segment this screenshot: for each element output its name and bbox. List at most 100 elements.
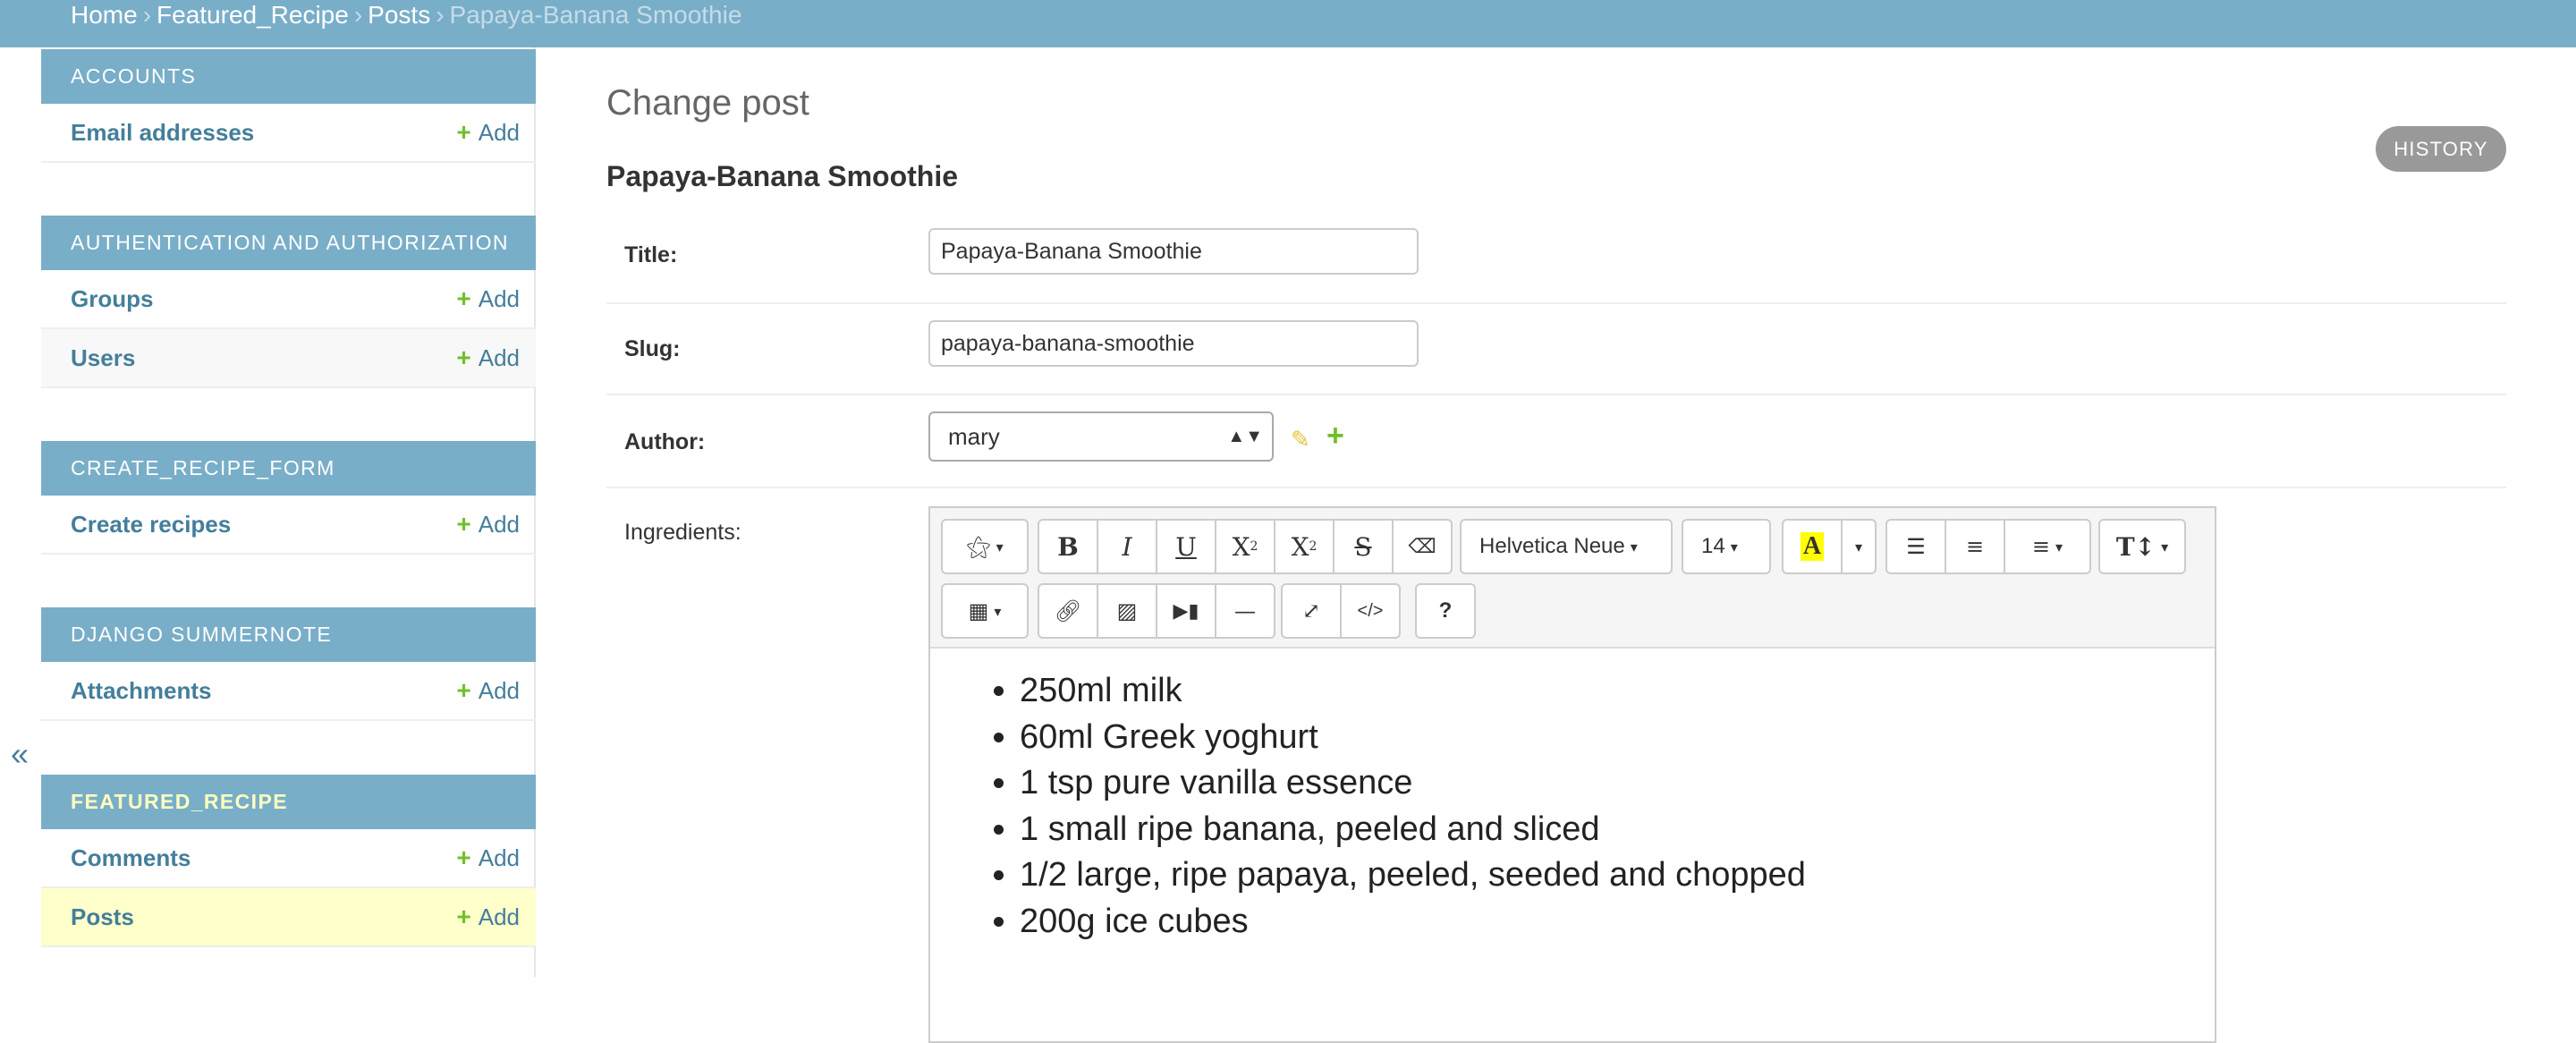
add-link[interactable]: + Add (456, 829, 520, 886)
list-item: 1/2 large, ripe papaya, peeled, seeded a… (1020, 852, 2215, 899)
sidebar-link[interactable]: Posts (71, 903, 134, 930)
title-input[interactable] (928, 228, 1419, 275)
breadcrumb-separator: › (142, 1, 152, 29)
style-group: ⚝ ▾ (941, 519, 1029, 574)
image-icon[interactable]: ▨ (1097, 583, 1157, 639)
font-style-group: B I U X2 X2 S ⌫ (1038, 519, 1453, 574)
font-size-dropdown[interactable]: 14 ▾ (1682, 519, 1771, 574)
ingredients-label: Ingredients: (624, 520, 741, 545)
breadcrumb-app[interactable]: Featured_Recipe (157, 1, 349, 29)
add-label: Add (478, 285, 520, 312)
add-label: Add (478, 903, 520, 930)
bold-icon[interactable]: B (1038, 519, 1098, 574)
sidebar-item-users: Users + Add (41, 329, 536, 388)
chevron-down-icon: ▲▼ (1227, 427, 1263, 446)
add-link[interactable]: + Add (456, 270, 520, 327)
table-icon[interactable]: ▦ ▾ (941, 583, 1029, 639)
breadcrumb-model[interactable]: Posts (368, 1, 430, 29)
codeview-icon[interactable]: </> (1340, 583, 1401, 639)
video-icon[interactable]: ▶▮ (1156, 583, 1216, 639)
module-caption[interactable]: CREATE_RECIPE_FORM (41, 441, 536, 496)
subscript-icon[interactable]: X2 (1274, 519, 1335, 574)
editor-toolbar: ⚝ ▾ B I U X2 X2 S ⌫ Helvetica Neue ▾ 14 ▾ A… (930, 508, 2215, 649)
add-label: Add (478, 511, 520, 538)
history-button[interactable]: HISTORY (2376, 126, 2506, 172)
italic-icon[interactable]: I (1097, 519, 1157, 574)
strikethrough-icon[interactable]: S (1333, 519, 1394, 574)
author-select[interactable]: mary ▲▼ (928, 411, 1274, 462)
title-label: Title: (624, 242, 678, 267)
module-caption[interactable]: AUTHENTICATION AND AUTHORIZATION (41, 216, 536, 270)
list-item: 60ml Greek yoghurt (1020, 715, 2215, 761)
plus-icon: + (456, 903, 471, 930)
unordered-list-icon[interactable]: ☰ (1885, 519, 1946, 574)
underline-icon[interactable]: U (1156, 519, 1216, 574)
sidebar-link[interactable]: Email addresses (71, 119, 254, 146)
module-auth: AUTHENTICATION AND AUTHORIZATION Groups … (41, 216, 536, 388)
module-caption[interactable]: DJANGO SUMMERNOTE (41, 607, 536, 662)
plus-icon: + (456, 676, 471, 704)
font-size-group: 14 ▾ (1682, 519, 1771, 574)
help-icon[interactable]: ? (1415, 583, 1476, 639)
insert-group: 🔗︎ ▨ ▶▮ — (1038, 583, 1275, 639)
magic-wand-icon[interactable]: ⚝ ▾ (941, 519, 1029, 574)
height-group: T↕ ▾ (2098, 519, 2186, 574)
pencil-icon[interactable]: ✎ (1291, 426, 1310, 454)
view-group: ⤢ </> (1281, 583, 1401, 639)
color-dropdown-icon[interactable]: ▾ (1841, 519, 1877, 574)
sidebar-link[interactable]: Create recipes (71, 511, 231, 538)
ordered-list-icon[interactable]: ≡ (1945, 519, 2005, 574)
add-label: Add (478, 119, 520, 146)
object-title: Papaya-Banana Smoothie (606, 160, 958, 192)
sidebar-item-posts: Posts + Add (41, 888, 536, 947)
module-caption[interactable]: ACCOUNTS (41, 49, 536, 104)
breadcrumb-home[interactable]: Home (71, 1, 138, 29)
add-link[interactable]: + Add (456, 329, 520, 386)
line-height-icon[interactable]: T↕ ▾ (2098, 519, 2186, 574)
sidebar-link[interactable]: Attachments (71, 677, 211, 704)
ingredients-editor: ⚝ ▾ B I U X2 X2 S ⌫ Helvetica Neue ▾ 14 ▾ A… (928, 506, 2216, 1043)
sidebar-link[interactable]: Users (71, 344, 135, 371)
font-size-value: 14 (1701, 534, 1725, 558)
breadcrumb-separator: › (353, 1, 363, 29)
slug-input[interactable] (928, 320, 1419, 367)
editor-content[interactable]: 250ml milk 60ml Greek yoghurt 1 tsp pure… (930, 649, 2215, 945)
align-dropdown-icon[interactable]: ≡ ▾ (2004, 519, 2091, 574)
sidebar-link[interactable]: Groups (71, 285, 153, 312)
superscript-icon[interactable]: X2 (1215, 519, 1275, 574)
sidebar-item-comments: Comments + Add (41, 829, 536, 888)
font-name-value: Helvetica Neue (1479, 534, 1625, 558)
add-link[interactable]: + Add (456, 104, 520, 161)
list-item: 250ml milk (1020, 668, 2215, 715)
sidebar-item-groups: Groups + Add (41, 270, 536, 329)
add-label: Add (478, 844, 520, 871)
plus-icon: + (456, 343, 471, 371)
add-link[interactable]: + Add (456, 496, 520, 553)
breadcrumb: Home › Featured_Recipe › Posts › Papaya-Banana… (0, 0, 2576, 47)
module-caption[interactable]: FEATURED_RECIPE (41, 775, 536, 829)
sidebar-link[interactable]: Comments (71, 844, 191, 871)
font-name-dropdown[interactable]: Helvetica Neue ▾ (1460, 519, 1673, 574)
list-item: 1 small ripe banana, peeled and sliced (1020, 807, 2215, 853)
list-item: 1 tsp pure vanilla essence (1020, 760, 2215, 807)
fullscreen-icon[interactable]: ⤢ (1281, 583, 1342, 639)
eraser-icon[interactable]: ⌫ (1392, 519, 1453, 574)
add-link[interactable]: + Add (456, 662, 520, 719)
table-group: ▦ ▾ (941, 583, 1029, 639)
horizontal-rule-icon[interactable]: — (1215, 583, 1275, 639)
add-link[interactable]: + Add (456, 888, 520, 945)
author-label: Author: (624, 429, 706, 454)
author-select-value: mary (948, 423, 1000, 450)
help-group: ? (1415, 583, 1476, 639)
text-highlight-icon[interactable]: A (1782, 519, 1843, 574)
sidebar-item-attachments: Attachments + Add (41, 662, 536, 721)
font-name-group: Helvetica Neue ▾ (1460, 519, 1673, 574)
link-icon[interactable]: 🔗︎ (1038, 583, 1098, 639)
collapse-sidebar-icon[interactable]: « (11, 735, 29, 773)
sidebar-item-create-recipes: Create recipes + Add (41, 496, 536, 555)
slug-label: Slug: (624, 336, 681, 361)
plus-icon: + (456, 844, 471, 871)
sidebar-item-email-addresses: Email addresses + Add (41, 104, 536, 163)
add-author-icon[interactable]: + (1326, 419, 1344, 454)
module-accounts: ACCOUNTS Email addresses + Add (41, 49, 536, 163)
